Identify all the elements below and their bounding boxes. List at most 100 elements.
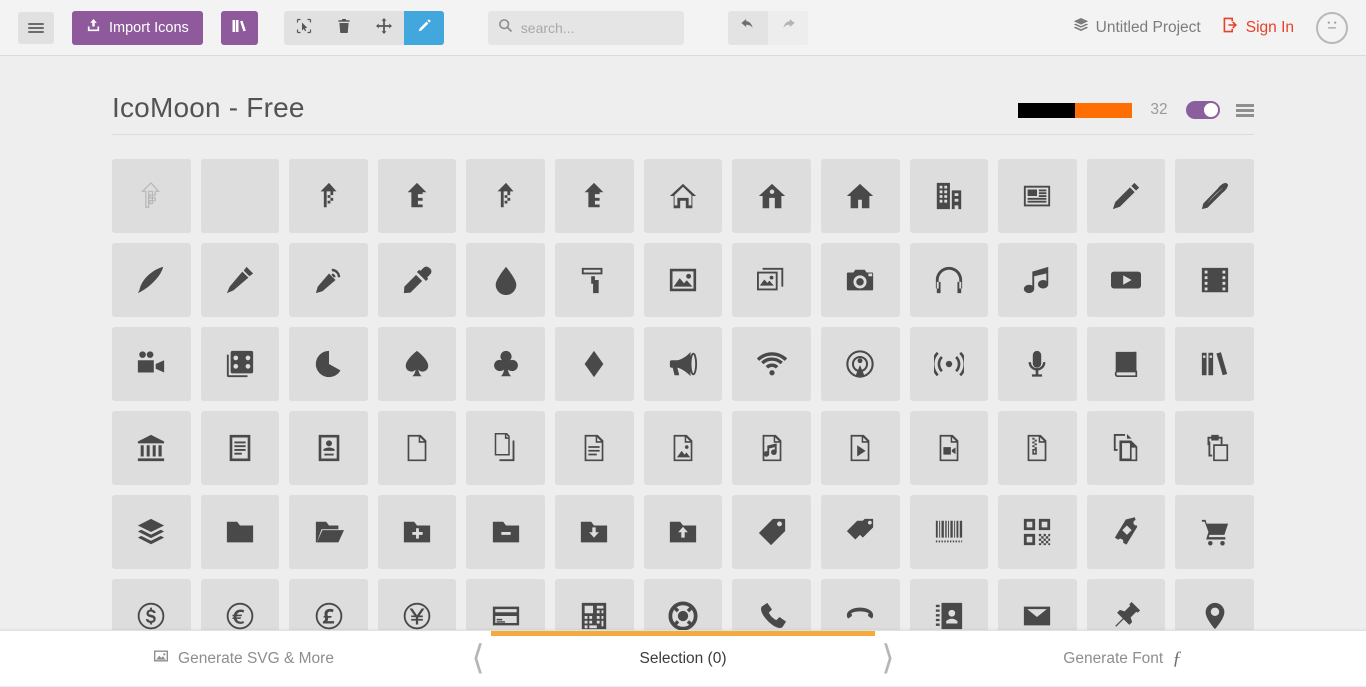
- icon-cell-music[interactable]: [998, 243, 1077, 317]
- icon-cell-spades[interactable]: [378, 327, 457, 401]
- icon-cell-lifebuoy[interactable]: [644, 579, 723, 635]
- icon-cell-cart[interactable]: [1175, 495, 1254, 569]
- icon-cell-eyedropper[interactable]: [378, 243, 457, 317]
- icon-cell-feed[interactable]: [910, 327, 989, 401]
- icon-cell-phone-hang-up[interactable]: [821, 579, 900, 635]
- icon-cell-coin-pound[interactable]: [289, 579, 368, 635]
- icon-cell-icomoon-1[interactable]: [289, 159, 368, 233]
- icon-cell-droplet[interactable]: [466, 243, 545, 317]
- icon-cell-mic[interactable]: [998, 327, 1077, 401]
- icon-cell-profile[interactable]: [289, 411, 368, 485]
- icon-cell-book[interactable]: [1087, 327, 1166, 401]
- import-icons-button[interactable]: Import Icons: [72, 11, 203, 45]
- icon-cell-pencil[interactable]: [1087, 159, 1166, 233]
- icon-cell-blog[interactable]: [289, 243, 368, 317]
- icon-cell-home3[interactable]: [821, 159, 900, 233]
- icon-cell-home[interactable]: [644, 159, 723, 233]
- icon-cell-icomoon-4[interactable]: [555, 159, 634, 233]
- icon-cell-folder-upload[interactable]: [644, 495, 723, 569]
- icon-cell-home2[interactable]: [732, 159, 811, 233]
- icon-cell-paste[interactable]: [1175, 411, 1254, 485]
- main-menu-button[interactable]: [18, 12, 54, 44]
- icon-cell-coin-euro[interactable]: [201, 579, 280, 635]
- icon-cell-library[interactable]: [112, 411, 191, 485]
- generate-font-button[interactable]: Generate Font ƒ: [879, 631, 1366, 686]
- sign-in-button[interactable]: Sign In: [1223, 17, 1294, 38]
- icon-cell-paint-format[interactable]: [555, 243, 634, 317]
- search-input[interactable]: [521, 20, 702, 36]
- icon-cell-barcode[interactable]: [910, 495, 989, 569]
- icon-cell-images[interactable]: [732, 243, 811, 317]
- icon-cell-quill[interactable]: [112, 243, 191, 317]
- icon-cell-camera[interactable]: [821, 243, 900, 317]
- edit-tool-button[interactable]: [404, 11, 444, 45]
- icon-cell-file-video[interactable]: [910, 411, 989, 485]
- icon-cell-folder[interactable]: [201, 495, 280, 569]
- icon-cell-price-tag[interactable]: [732, 495, 811, 569]
- icon-cell-image[interactable]: [644, 243, 723, 317]
- icon-cell-office[interactable]: [910, 159, 989, 233]
- icon-cell-file-text2[interactable]: [555, 411, 634, 485]
- icon-cell-copy[interactable]: [1087, 411, 1166, 485]
- icon-cell-icomoon-3[interactable]: [466, 159, 545, 233]
- icon-cell-price-tags[interactable]: [821, 495, 900, 569]
- icon-cell-credit-card[interactable]: [466, 579, 545, 635]
- icon-cell-pen[interactable]: [201, 243, 280, 317]
- icon-cell-folder-download[interactable]: [555, 495, 634, 569]
- icon-cell-file-picture[interactable]: [644, 411, 723, 485]
- undo-button[interactable]: [728, 11, 768, 45]
- icon-cell-coin-yen[interactable]: [378, 579, 457, 635]
- project-button[interactable]: Untitled Project: [1073, 17, 1201, 38]
- icon-cell-file-zip[interactable]: [998, 411, 1077, 485]
- icon-cell-phone[interactable]: [732, 579, 811, 635]
- color-swatch-primary[interactable]: [1018, 103, 1075, 118]
- icon-cell-folder-minus[interactable]: [466, 495, 545, 569]
- icon-cell-stack[interactable]: [112, 495, 191, 569]
- icon-cell-pushpin[interactable]: [1087, 579, 1166, 635]
- color-swatch-secondary[interactable]: [1075, 103, 1132, 118]
- icon-cell-video-camera[interactable]: [112, 327, 191, 401]
- selection-tab[interactable]: ⟨ Selection (0) ⟩: [487, 631, 879, 687]
- redo-button[interactable]: [768, 11, 808, 45]
- icon-cell-file-play[interactable]: [821, 411, 900, 485]
- icon-cell-icomoon-outline[interactable]: [112, 159, 191, 233]
- move-tool-button[interactable]: [364, 11, 404, 45]
- icon-library-button[interactable]: [221, 11, 258, 45]
- icon-cell-calculator[interactable]: [555, 579, 634, 635]
- icon-cell-newspaper[interactable]: [998, 159, 1077, 233]
- icon-cell-envelop[interactable]: [998, 579, 1077, 635]
- set-visibility-toggle[interactable]: [1186, 101, 1220, 119]
- icon-cell-folder-open[interactable]: [289, 495, 368, 569]
- icon-cell-pencil2[interactable]: [1175, 159, 1254, 233]
- icon-cell-headphones[interactable]: [910, 243, 989, 317]
- color-swatches[interactable]: [1018, 103, 1132, 118]
- icon-cell-connection[interactable]: [732, 327, 811, 401]
- icon-cell-podcast[interactable]: [821, 327, 900, 401]
- avatar[interactable]: [1316, 12, 1348, 44]
- icon-cell-diamonds[interactable]: [555, 327, 634, 401]
- icon-size-value[interactable]: 32: [1148, 101, 1170, 119]
- icon-cell-icomoon-2[interactable]: [378, 159, 457, 233]
- icon-cell-address-book[interactable]: [910, 579, 989, 635]
- icon-cell-coin-dollar[interactable]: [112, 579, 191, 635]
- icon-cell-bullhorn[interactable]: [644, 327, 723, 401]
- select-tool-button[interactable]: [284, 11, 324, 45]
- icon-cell-file-empty[interactable]: [378, 411, 457, 485]
- set-menu-icon[interactable]: [1236, 104, 1254, 117]
- icon-cell-location[interactable]: [1175, 579, 1254, 635]
- icon-cell-qrcode[interactable]: [998, 495, 1077, 569]
- icon-cell-files-empty[interactable]: [466, 411, 545, 485]
- delete-tool-button[interactable]: [324, 11, 364, 45]
- icon-cell-dice[interactable]: [201, 327, 280, 401]
- icon-cell-film[interactable]: [1175, 243, 1254, 317]
- icon-cell-blank[interactable]: [201, 159, 280, 233]
- icon-cell-pacman[interactable]: [289, 327, 368, 401]
- icon-cell-books[interactable]: [1175, 327, 1254, 401]
- icon-cell-file-music[interactable]: [732, 411, 811, 485]
- icon-cell-folder-plus[interactable]: [378, 495, 457, 569]
- icon-cell-ticket[interactable]: [1087, 495, 1166, 569]
- icon-cell-file-text[interactable]: [201, 411, 280, 485]
- search-box[interactable]: [488, 11, 684, 45]
- icon-cell-clubs[interactable]: [466, 327, 545, 401]
- generate-svg-button[interactable]: Generate SVG & More: [0, 631, 487, 686]
